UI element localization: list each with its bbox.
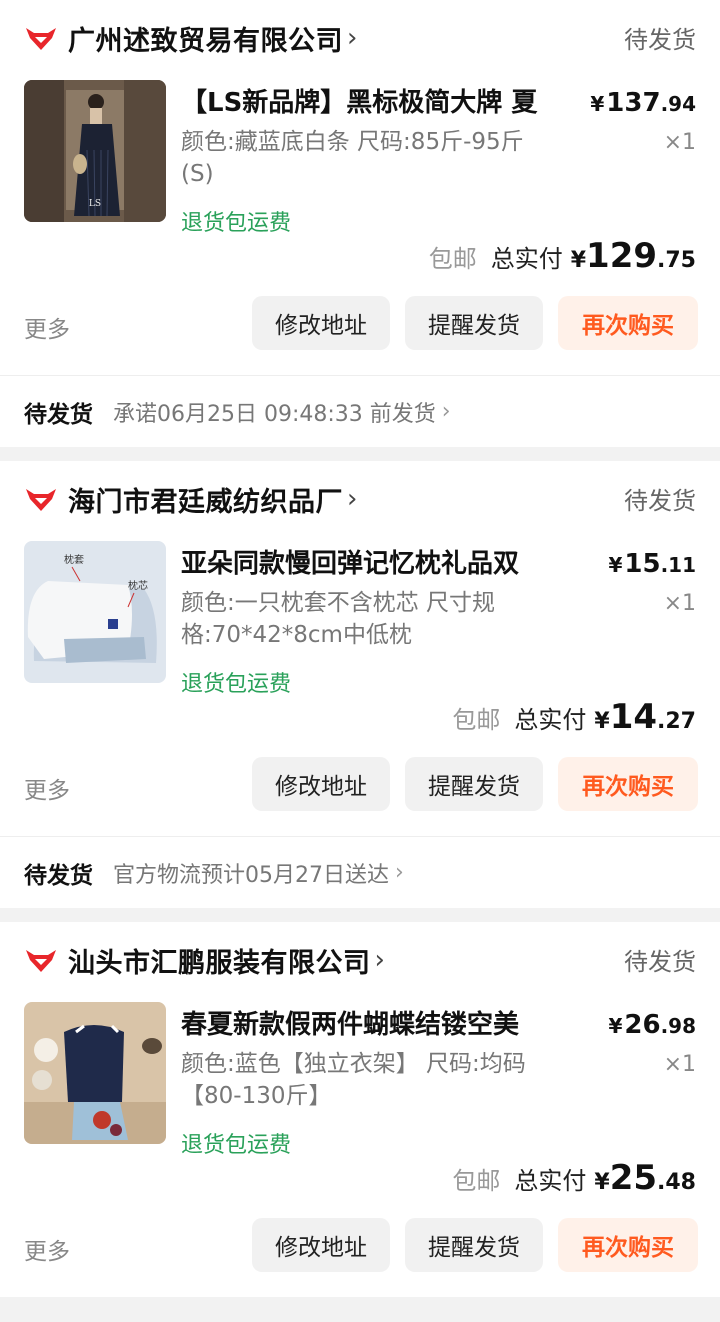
shipping-info: 官方物流预计05月27日送达 [113,862,389,888]
refund-badge: 退货包运费 [181,672,292,697]
total-label: 总实付 [514,1167,587,1195]
order-card: 广州述致贸易有限公司 › 待发货 LS 【LS新品牌】黑标极简大牌 夏 颜色:藏… [0,0,720,447]
remind-ship-button[interactable]: 提醒发货 [405,296,543,350]
order-status: 待发货 [624,948,696,976]
change-address-button[interactable]: 修改地址 [252,757,390,811]
chevron-right-icon: › [374,945,385,975]
svg-text:枕芯: 枕芯 [128,579,148,592]
total-paid: 包邮 总实付 ¥14.27 [452,697,696,737]
unit-price: ¥137.94 [590,88,696,118]
product-spec: 颜色:藏蓝底白条 尺码:85斤-95斤(S) [181,129,524,187]
product-spec: 颜色:蓝色【独立衣架】 尺码:均码【80-130斤】 [181,1051,526,1109]
product-image[interactable]: LS [24,80,166,222]
total-paid: 包邮 总实付 ¥25.48 [452,1158,696,1198]
remind-ship-button[interactable]: 提醒发货 [405,757,543,811]
quantity: ×1 [663,1052,696,1077]
shipping-status-label: 待发货 [24,401,93,428]
shop-logo-icon [26,28,56,50]
shipping-info: 承诺06月25日 09:48:33 前发货 [113,401,436,427]
chevron-right-icon: › [395,860,404,885]
product-spec: 颜色:一只枕套不含枕芯 尺寸规格:70*42*8cm中低枕 [181,590,496,648]
shop-link[interactable]: 海门市君廷威纺织品厂 › [24,479,357,519]
shop-link[interactable]: 汕头市汇鹏服装有限公司 › [24,940,385,980]
svg-text:枕套: 枕套 [64,553,84,566]
total-paid: 包邮 总实付 ¥129.75 [428,236,696,276]
quantity: ×1 [663,591,696,616]
order-status: 待发货 [624,26,696,54]
free-shipping-label: 包邮 [428,245,477,273]
buy-again-button[interactable]: 再次购买 [558,757,698,811]
refund-badge: 退货包运费 [181,211,292,236]
svg-text:LS: LS [89,199,101,209]
product-image[interactable] [24,1002,166,1144]
order-status: 待发货 [624,487,696,515]
shop-name: 汕头市汇鹏服装有限公司 [68,947,371,979]
order-card: 海门市君廷威纺织品厂 › 待发货 枕套 枕芯 亚朵同款慢回弹记忆枕礼品双 颜色:… [0,461,720,908]
quantity: ×1 [663,130,696,155]
product-title[interactable]: 春夏新款假两件蝴蝶结镂空美 [181,1004,561,1041]
product-title[interactable]: 亚朵同款慢回弹记忆枕礼品双 [181,543,561,580]
free-shipping-label: 包邮 [452,1167,501,1195]
total-label: 总实付 [514,706,587,734]
more-button[interactable]: 更多 [24,310,70,344]
free-shipping-label: 包邮 [452,706,501,734]
chevron-right-icon: › [347,484,358,514]
change-address-button[interactable]: 修改地址 [252,296,390,350]
shipping-status-row[interactable]: 待发货 官方物流预计05月27日送达 › [0,836,720,908]
unit-price: ¥26.98 [608,1010,696,1040]
more-button[interactable]: 更多 [24,771,70,805]
chevron-right-icon: › [347,23,358,53]
shop-logo-icon [26,489,56,511]
product-title[interactable]: 【LS新品牌】黑标极简大牌 夏 [181,82,561,119]
shop-name: 海门市君廷威纺织品厂 [68,486,343,518]
buy-again-button[interactable]: 再次购买 [558,296,698,350]
product-image[interactable]: 枕套 枕芯 [24,541,166,683]
unit-price: ¥15.11 [608,549,696,579]
shop-link[interactable]: 广州述致贸易有限公司 › [24,18,357,58]
change-address-button[interactable]: 修改地址 [252,1218,390,1272]
chevron-right-icon: › [441,399,451,424]
remind-ship-button[interactable]: 提醒发货 [405,1218,543,1272]
order-card: 汕头市汇鹏服装有限公司 › 待发货 春夏新款假两件蝴蝶结镂空美 颜色:蓝色【独立… [0,922,720,1297]
shipping-status-row[interactable]: 待发货 承诺06月25日 09:48:33 前发货 › [0,375,720,447]
refund-badge: 退货包运费 [181,1133,292,1158]
buy-again-button[interactable]: 再次购买 [558,1218,698,1272]
more-button[interactable]: 更多 [24,1232,70,1266]
shop-name: 广州述致贸易有限公司 [68,25,343,57]
shop-logo-icon [26,950,56,972]
shipping-status-label: 待发货 [24,862,93,889]
total-label: 总实付 [490,245,563,273]
